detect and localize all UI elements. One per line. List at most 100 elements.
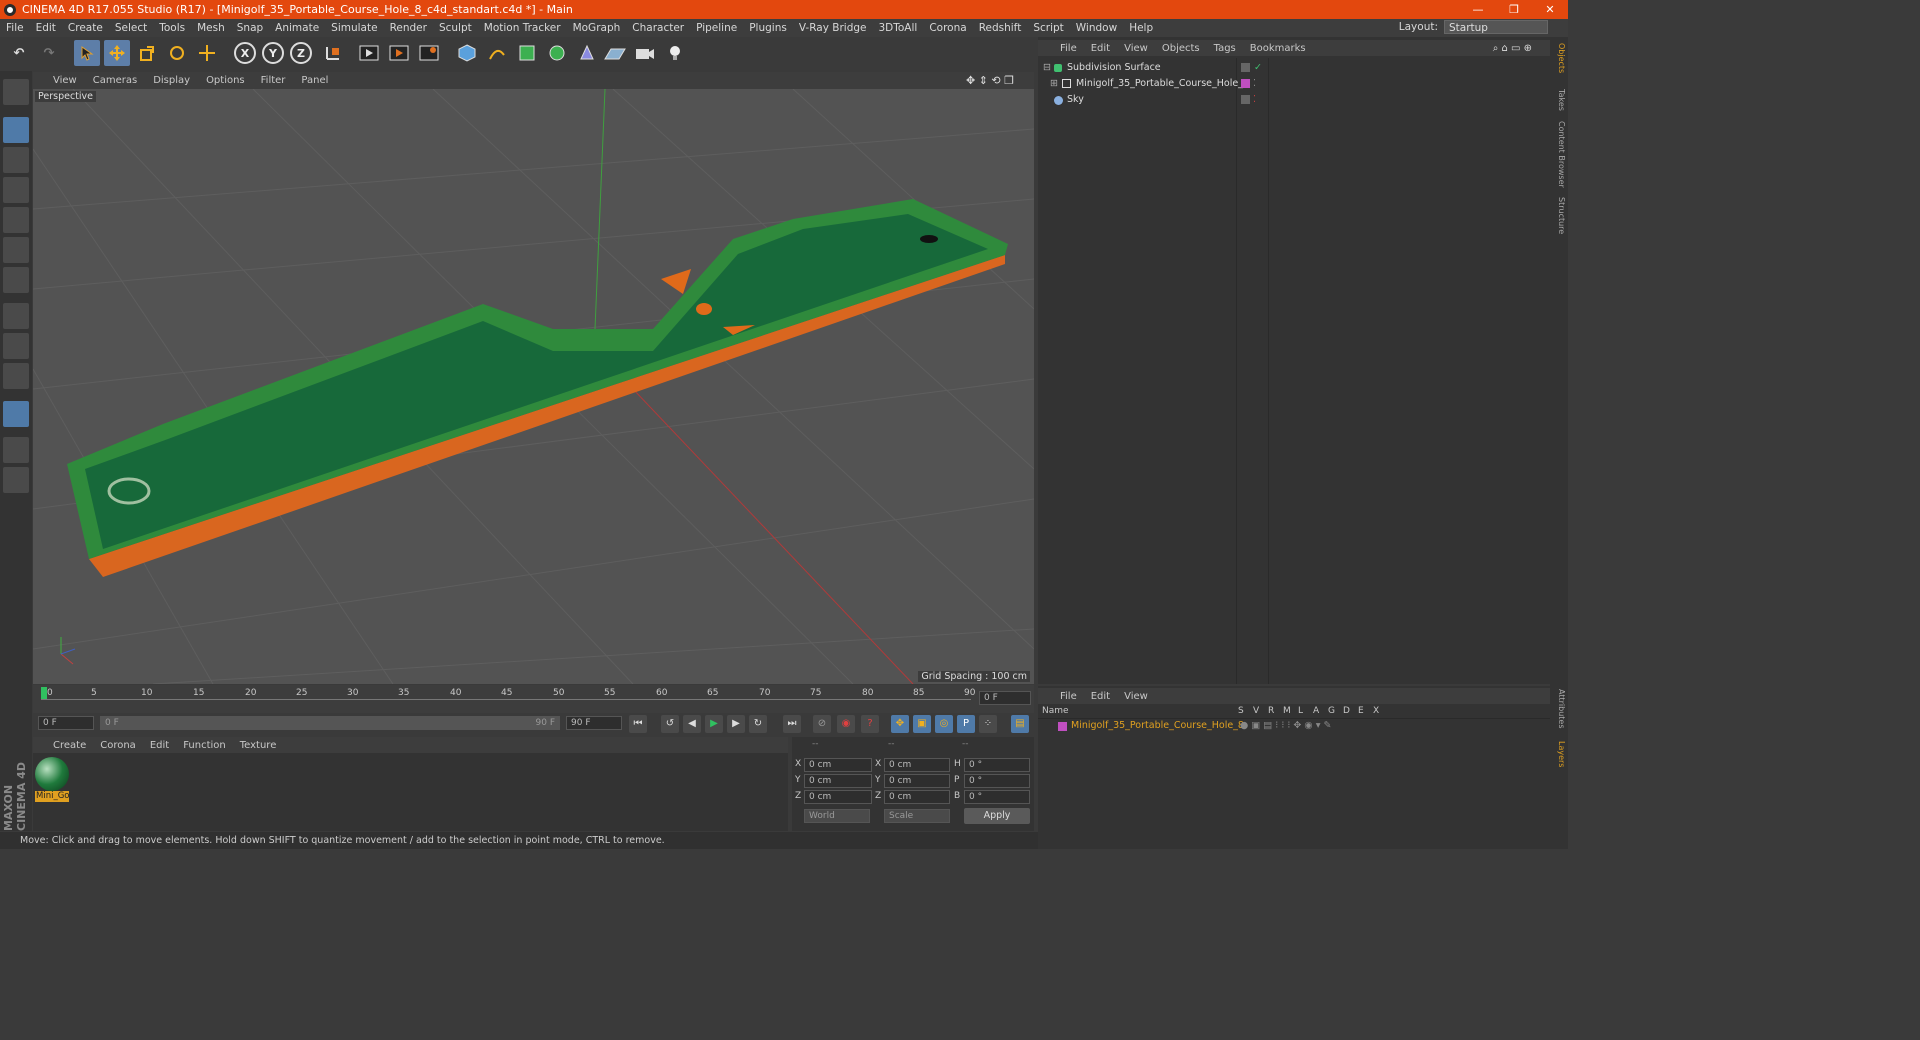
size-z-field[interactable]: 0 cm xyxy=(884,790,950,804)
collapse-icon[interactable]: ⊟ xyxy=(1043,60,1051,76)
menu-corona[interactable]: Corona xyxy=(923,22,972,34)
layer-name[interactable]: Minigolf_35_Portable_Course_Hole_8 xyxy=(1071,719,1244,733)
coordinate-mode-select[interactable]: World xyxy=(804,809,870,823)
undo-icon[interactable]: ↶ xyxy=(6,40,32,66)
mat-menu-function[interactable]: Function xyxy=(183,740,226,751)
rotation-h-field[interactable]: 0 ° xyxy=(964,758,1030,772)
render-settings-icon[interactable] xyxy=(416,40,442,66)
apply-button[interactable]: Apply xyxy=(964,808,1030,824)
object-row-minigolf[interactable]: ⊞ Minigolf_35_Portable_Course_Hole_8 ⁚ xyxy=(1038,76,1550,92)
magnet-icon[interactable] xyxy=(3,401,29,427)
camera-icon[interactable] xyxy=(632,40,658,66)
obj-menu-edit[interactable]: Edit xyxy=(1091,43,1110,54)
spline-pen-icon[interactable] xyxy=(484,40,510,66)
timeline-window-icon[interactable]: ▤ xyxy=(1011,715,1029,733)
rotate-tool-icon[interactable] xyxy=(164,40,190,66)
menu-file[interactable]: File xyxy=(0,22,30,34)
position-z-field[interactable]: 0 cm xyxy=(804,790,872,804)
enabled-check-icon[interactable]: ✓ xyxy=(1254,60,1262,76)
obj-menu-objects[interactable]: Objects xyxy=(1162,43,1200,54)
menu-animate[interactable]: Animate xyxy=(269,22,325,34)
key-parameter-icon[interactable]: P xyxy=(957,715,975,733)
maximize-button[interactable]: ❐ xyxy=(1496,0,1532,19)
planar-workplane-icon[interactable] xyxy=(3,467,29,493)
menu-pipeline[interactable]: Pipeline xyxy=(690,22,743,34)
current-frame-field[interactable]: 0 F xyxy=(979,691,1031,705)
tab-objects[interactable]: Objects xyxy=(1552,43,1566,73)
tab-content-browser[interactable]: Content Browser xyxy=(1552,121,1566,188)
coordinate-system-icon[interactable] xyxy=(320,40,346,66)
vp-menu-view[interactable]: View xyxy=(53,75,77,86)
editor-visibility-icon[interactable] xyxy=(1241,95,1250,104)
frame-range-slider[interactable]: 0 F 90 F xyxy=(100,716,560,730)
layer-menu-edit[interactable]: Edit xyxy=(1091,691,1110,702)
obj-menu-view[interactable]: View xyxy=(1124,43,1148,54)
obj-menu-tags[interactable]: Tags xyxy=(1214,43,1236,54)
tab-structure[interactable]: Structure xyxy=(1552,197,1566,234)
workplane-mode-icon[interactable] xyxy=(3,177,29,203)
menu-window[interactable]: Window xyxy=(1070,22,1123,34)
previous-key-icon[interactable]: ↺ xyxy=(661,715,679,733)
mat-menu-create[interactable]: Create xyxy=(53,740,86,751)
vp-menu-panel[interactable]: Panel xyxy=(301,75,328,86)
menu-select[interactable]: Select xyxy=(109,22,153,34)
editor-visibility-icon[interactable] xyxy=(1241,63,1250,72)
next-frame-icon[interactable]: ▶ xyxy=(727,715,745,733)
menu-plugins[interactable]: Plugins xyxy=(743,22,793,34)
visibility-dots-icon[interactable]: ⁚ xyxy=(1253,76,1256,92)
menu-3dtoall[interactable]: 3DToAll xyxy=(872,22,923,34)
menu-mograph[interactable]: MoGraph xyxy=(567,22,627,34)
menu-character[interactable]: Character xyxy=(626,22,690,34)
size-x-field[interactable]: 0 cm xyxy=(884,758,950,772)
end-frame-field[interactable]: 90 F xyxy=(566,716,622,730)
tweak-mode-icon[interactable] xyxy=(3,333,29,359)
size-y-field[interactable]: 0 cm xyxy=(884,774,950,788)
axis-x-button[interactable]: X xyxy=(234,42,256,64)
floor-scene-icon[interactable] xyxy=(602,40,628,66)
model-mode-icon[interactable] xyxy=(3,117,29,143)
mat-menu-texture[interactable]: Texture xyxy=(240,740,277,751)
keyframe-selection-icon[interactable]: ? xyxy=(861,715,879,733)
key-rotation-icon[interactable]: ◎ xyxy=(935,715,953,733)
perspective-viewport[interactable]: Perspective Grid Spacing : 100 cm xyxy=(33,89,1034,684)
obj-menu-bookmarks[interactable]: Bookmarks xyxy=(1250,43,1306,54)
axis-z-button[interactable]: Z xyxy=(290,42,312,64)
menu-tools[interactable]: Tools xyxy=(153,22,191,34)
play-icon[interactable]: ▶ xyxy=(705,715,723,733)
obj-menu-file[interactable]: File xyxy=(1060,43,1077,54)
layer-menu-view[interactable]: View xyxy=(1124,691,1148,702)
key-scale-icon[interactable]: ▣ xyxy=(913,715,931,733)
menu-help[interactable]: Help xyxy=(1123,22,1159,34)
menu-mesh[interactable]: Mesh xyxy=(191,22,231,34)
layer-menu-file[interactable]: File xyxy=(1060,691,1077,702)
menu-motion-tracker[interactable]: Motion Tracker xyxy=(478,22,567,34)
mat-menu-edit[interactable]: Edit xyxy=(150,740,169,751)
tab-attributes[interactable]: Attributes xyxy=(1552,689,1566,729)
object-row-sky[interactable]: Sky ⁚ xyxy=(1038,92,1550,108)
render-picture-viewer-icon[interactable] xyxy=(386,40,412,66)
menu-sculpt[interactable]: Sculpt xyxy=(433,22,478,34)
vp-menu-filter[interactable]: Filter xyxy=(261,75,286,86)
layer-color-icon[interactable] xyxy=(1241,79,1250,88)
viewport-nav-icons[interactable]: ✥ ⇕ ⟲ ❐ xyxy=(966,74,1014,87)
timeline-ruler[interactable]: 0 5 10 15 20 25 30 35 40 45 50 55 60 65 … xyxy=(33,685,1034,713)
scale-tool-icon[interactable] xyxy=(134,40,160,66)
locked-workplane-icon[interactable] xyxy=(3,437,29,463)
mograph-cloner-icon[interactable] xyxy=(544,40,570,66)
tab-takes[interactable]: Takes xyxy=(1552,89,1566,111)
rotation-b-field[interactable]: 0 ° xyxy=(964,790,1030,804)
key-pla-icon[interactable]: ⁘ xyxy=(979,715,997,733)
vp-menu-options[interactable]: Options xyxy=(206,75,245,86)
layer-toggle-icons[interactable]: ● ▣ ▤ ⁝ ⁝ ⁝ ✥ ◉ ▾ ✎ xyxy=(1240,719,1331,733)
go-to-start-icon[interactable]: ⏮ xyxy=(629,715,647,733)
record-keys-icon[interactable]: ⊘ xyxy=(813,715,831,733)
rotation-p-field[interactable]: 0 ° xyxy=(964,774,1030,788)
layer-row[interactable]: Minigolf_35_Portable_Course_Hole_8 ● ▣ ▤… xyxy=(1038,719,1550,733)
move-tool-icon[interactable] xyxy=(104,40,130,66)
menu-simulate[interactable]: Simulate xyxy=(325,22,383,34)
position-y-field[interactable]: 0 cm xyxy=(804,774,872,788)
layout-select[interactable]: Startup xyxy=(1444,20,1548,34)
expand-icon[interactable]: ⊞ xyxy=(1050,76,1058,92)
go-to-end-icon[interactable]: ⏭ xyxy=(783,715,801,733)
edges-mode-icon[interactable] xyxy=(3,237,29,263)
